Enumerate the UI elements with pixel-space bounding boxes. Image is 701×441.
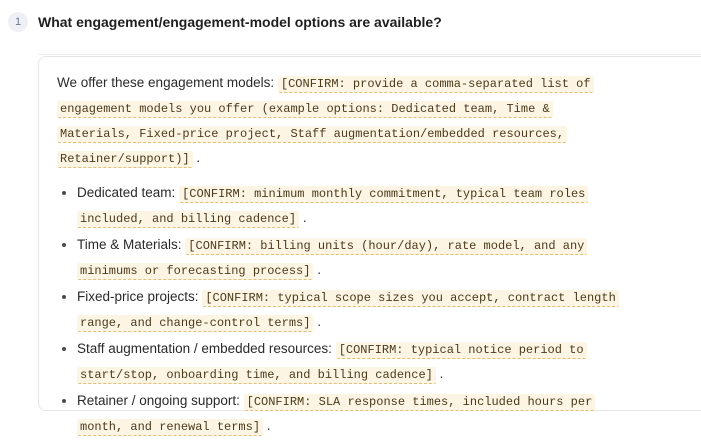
- question-title: What engagement/engagement-model options…: [38, 14, 442, 30]
- item-end: .: [266, 418, 271, 433]
- item-label: Fixed-price projects:: [77, 289, 199, 304]
- list-item: Dedicated team: [CONFIRM: minimum monthl…: [77, 181, 617, 231]
- intro-end: .: [196, 150, 201, 165]
- answer-content: We offer these engagement models: [CONFI…: [57, 71, 619, 441]
- divider: [38, 54, 701, 55]
- item-end: .: [317, 262, 321, 277]
- item-label: Retainer / ongoing support:: [77, 393, 240, 408]
- item-end: .: [317, 314, 321, 329]
- engagement-models-list: Dedicated team: [CONFIRM: minimum monthl…: [57, 181, 619, 439]
- item-label: Dedicated team:: [77, 185, 176, 200]
- list-item: Staff augmentation / embedded resources:…: [77, 337, 617, 387]
- list-item: Time & Materials: [CONFIRM: billing unit…: [77, 233, 617, 283]
- item-label: Staff augmentation / embedded resources:: [77, 341, 332, 356]
- item-label: Time & Materials:: [77, 237, 182, 252]
- list-item: Fixed-price projects: [CONFIRM: typical …: [77, 285, 619, 335]
- question-number-badge: 1: [8, 12, 28, 32]
- answer-card: We offer these engagement models: [CONFI…: [38, 56, 701, 436]
- answer-intro: We offer these engagement models: [CONFI…: [57, 71, 617, 171]
- item-end: .: [439, 366, 444, 381]
- item-end: .: [302, 210, 307, 225]
- list-item: Retainer / ongoing support: [CONFIRM: SL…: [77, 389, 617, 439]
- question-header: 1 What engagement/engagement-model optio…: [8, 12, 442, 32]
- intro-text: We offer these engagement models:: [57, 75, 275, 90]
